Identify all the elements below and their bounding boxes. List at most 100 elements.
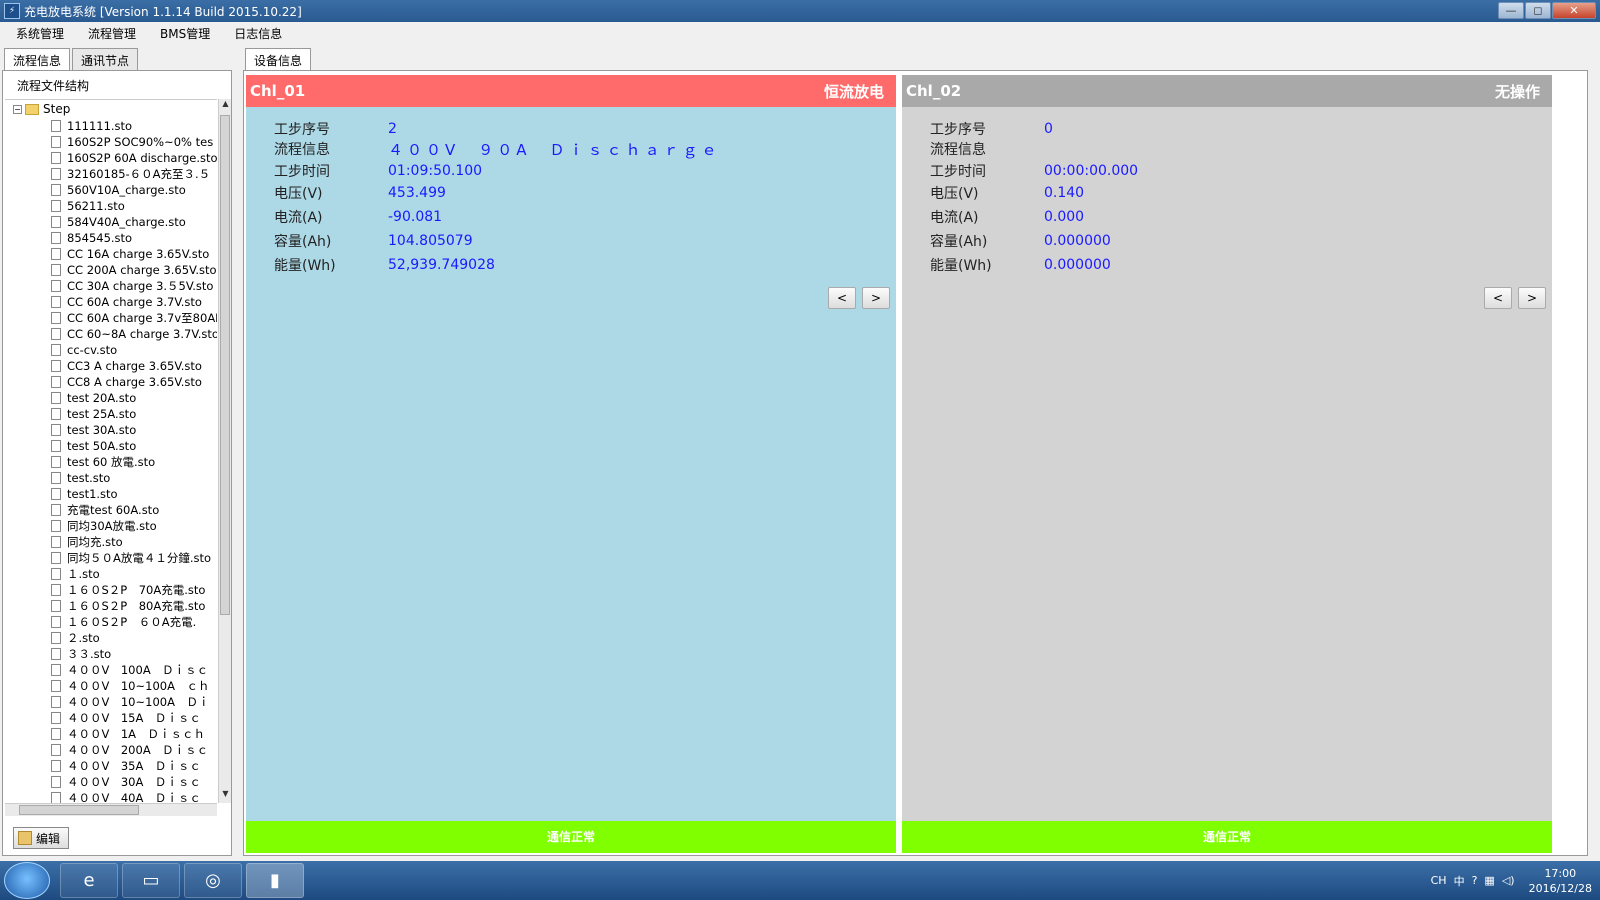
network-icon[interactable]: ▦ xyxy=(1484,874,1494,887)
tree-file-item[interactable]: ２.sto xyxy=(51,630,217,646)
ie-icon[interactable]: e xyxy=(60,863,118,898)
file-icon xyxy=(51,424,61,436)
tree-file-item[interactable]: CC 16A charge 3.65V.sto xyxy=(51,246,217,262)
tree-file-item[interactable]: 111111.sto xyxy=(51,118,217,134)
tree-file-item[interactable]: １６０S２P 80A充電.sto xyxy=(51,598,217,614)
tree-file-item[interactable]: CC3 A charge 3.65V.sto xyxy=(51,358,217,374)
tree-file-item[interactable]: 584V40A_charge.sto xyxy=(51,214,217,230)
tree-file-item[interactable]: test1.sto xyxy=(51,486,217,502)
next-button[interactable]: > xyxy=(862,287,890,309)
tab-comm-nodes[interactable]: 通讯节点 xyxy=(72,48,139,72)
channel-panel: Chl_02 无操作 工步序号 0 流程信息 工步时间 00:00:00.000 电压(V) 0… xyxy=(902,75,1552,853)
tab-process-info[interactable]: 流程信息 xyxy=(4,48,71,72)
tree-file-item[interactable]: １６０S２P 70A充電.sto xyxy=(51,582,217,598)
tree-file-label: CC 16A charge 3.65V.sto xyxy=(67,247,210,261)
start-button[interactable] xyxy=(4,862,50,899)
tree-file-item[interactable]: 56211.sto xyxy=(51,198,217,214)
volume-icon[interactable]: ◁) xyxy=(1502,874,1515,887)
tree-file-item[interactable]: ４００V 15A Ｄｉｓｃ xyxy=(51,710,217,726)
tree-file-item[interactable]: test 20A.sto xyxy=(51,390,217,406)
edit-label: 编辑 xyxy=(36,831,61,846)
edit-button[interactable]: 编辑 xyxy=(13,827,69,849)
tree-file-item[interactable]: ４００V 100A Ｄｉｓｃ xyxy=(51,662,217,678)
help-icon[interactable]: ? xyxy=(1472,874,1478,887)
file-icon xyxy=(51,376,61,388)
tree-file-item[interactable]: 充電test 60A.sto xyxy=(51,502,217,518)
tree-root[interactable]: − Step xyxy=(13,102,70,116)
tree-file-item[interactable]: 160S2P 60A discharge.sto xyxy=(51,150,217,166)
tree-file-item[interactable]: ４００V 10~100A ｃｈ xyxy=(51,678,217,694)
tree-file-item[interactable]: CC8 A charge 3.65V.sto xyxy=(51,374,217,390)
tree-file-item[interactable]: 同均充.sto xyxy=(51,534,217,550)
scroll-down-icon[interactable]: ▼ xyxy=(219,789,232,803)
tree-file-item[interactable]: cc-cv.sto xyxy=(51,342,217,358)
next-button[interactable]: > xyxy=(1518,287,1546,309)
menu-log[interactable]: 日志信息 xyxy=(226,25,290,42)
tab-device-info[interactable]: 设备信息 xyxy=(245,48,312,72)
menu-process[interactable]: 流程管理 xyxy=(80,25,144,42)
collapse-icon[interactable]: − xyxy=(13,104,22,114)
app-taskbar-icon[interactable]: ▮ xyxy=(246,863,304,898)
tree-file-item[interactable]: test 50A.sto xyxy=(51,438,217,454)
tree-file-item[interactable]: ３３.sto xyxy=(51,646,217,662)
input-lang[interactable]: CH xyxy=(1431,874,1447,887)
tree-file-item[interactable]: ４００V 35A Ｄｉｓｃ xyxy=(51,758,217,774)
tree-file-item[interactable]: 同均30A放電.sto xyxy=(51,518,217,534)
menu-bms[interactable]: BMS管理 xyxy=(152,25,218,42)
tree-file-item[interactable]: 560V10A_charge.sto xyxy=(51,182,217,198)
prev-button[interactable]: < xyxy=(1484,287,1512,309)
file-icon xyxy=(51,392,61,404)
tree-file-item[interactable]: ４００V 1A Ｄｉｓｃｈ xyxy=(51,726,217,742)
horizontal-scrollbar[interactable] xyxy=(5,803,217,816)
tree-file-label: CC 30A charge 3.５5V.sto xyxy=(67,279,214,293)
folder-icon[interactable]: ▭ xyxy=(122,863,180,898)
tree-file-item[interactable]: 160S2P SOC90%~0% tes xyxy=(51,134,217,150)
tree-file-item[interactable]: ４００V 10~100A Ｄｉ xyxy=(51,694,217,710)
field-row: 能量(Wh) 52,939.749028 xyxy=(274,255,495,275)
tree-file-item[interactable]: CC 30A charge 3.５5V.sto xyxy=(51,278,217,294)
tree-file-item[interactable]: １.sto xyxy=(51,566,217,582)
field-label: 电流(A) xyxy=(274,210,323,226)
close-button[interactable]: ✕ xyxy=(1552,2,1596,19)
field-value: 2 xyxy=(388,121,397,137)
field-label: 能量(Wh) xyxy=(930,258,992,274)
field-label: 工步序号 xyxy=(274,122,330,138)
app-icon: ⚡ xyxy=(4,3,20,19)
file-icon xyxy=(51,296,61,308)
tree-file-item[interactable]: test 60 放電.sto xyxy=(51,454,217,470)
tree-file-item[interactable]: test 30A.sto xyxy=(51,422,217,438)
tree-file-item[interactable]: ４００V 30A Ｄｉｓｃ xyxy=(51,774,217,790)
tree-file-item[interactable]: 854545.sto xyxy=(51,230,217,246)
tree-file-item[interactable]: １６０S２P ６０A充電. xyxy=(51,614,217,630)
tree-file-item[interactable]: CC 60~8A charge 3.7V.sto xyxy=(51,326,217,342)
file-icon xyxy=(51,456,61,468)
channel-status: 无操作 xyxy=(1494,82,1540,101)
vertical-scrollbar[interactable]: ▲ ▼ xyxy=(218,99,231,803)
tree-file-item[interactable]: test.sto xyxy=(51,470,217,486)
minimize-button[interactable]: — xyxy=(1498,2,1524,19)
menu-system[interactable]: 系统管理 xyxy=(8,25,72,42)
search-icon[interactable]: ◎ xyxy=(184,863,242,898)
tree-file-item[interactable]: 32160185-６０A充至３.５ xyxy=(51,166,217,182)
title-bar: ⚡ 充电放电系统 [Version 1.1.14 Build 2015.10.2… xyxy=(0,0,1600,22)
ime-mode[interactable]: 中 xyxy=(1454,873,1465,889)
tree-file-label: 160S2P SOC90%~0% tes xyxy=(67,135,214,149)
prev-button[interactable]: < xyxy=(828,287,856,309)
tree-file-label: 同均充.sto xyxy=(67,535,123,549)
scroll-thumb[interactable] xyxy=(220,115,230,615)
tree-file-label: test 25A.sto xyxy=(67,407,137,421)
file-icon xyxy=(51,760,61,772)
clock[interactable]: 17:00 2016/12/28 xyxy=(1529,866,1592,896)
file-icon xyxy=(51,280,61,292)
scroll-up-icon[interactable]: ▲ xyxy=(219,99,232,113)
hscroll-thumb[interactable] xyxy=(19,805,139,815)
tree-file-item[interactable]: test 25A.sto xyxy=(51,406,217,422)
restore-button[interactable]: ◻ xyxy=(1525,2,1551,19)
tree-file-item[interactable]: CC 60A charge 3.7v至80AH xyxy=(51,310,217,326)
tree-file-item[interactable]: CC 60A charge 3.7V.sto xyxy=(51,294,217,310)
tree-file-item[interactable]: ４００V 40A Ｄｉｓｃ xyxy=(51,790,217,803)
tree-file-item[interactable]: ４００V 200A Ｄｉｓｃ xyxy=(51,742,217,758)
tree-file-item[interactable]: CC 200A charge 3.65V.sto xyxy=(51,262,217,278)
tree-file-item[interactable]: 同均５０A放電４１分鐘.sto xyxy=(51,550,217,566)
field-value: ４００V ９０A Ｄｉｓｃｈａｒｇｅ xyxy=(388,140,721,159)
